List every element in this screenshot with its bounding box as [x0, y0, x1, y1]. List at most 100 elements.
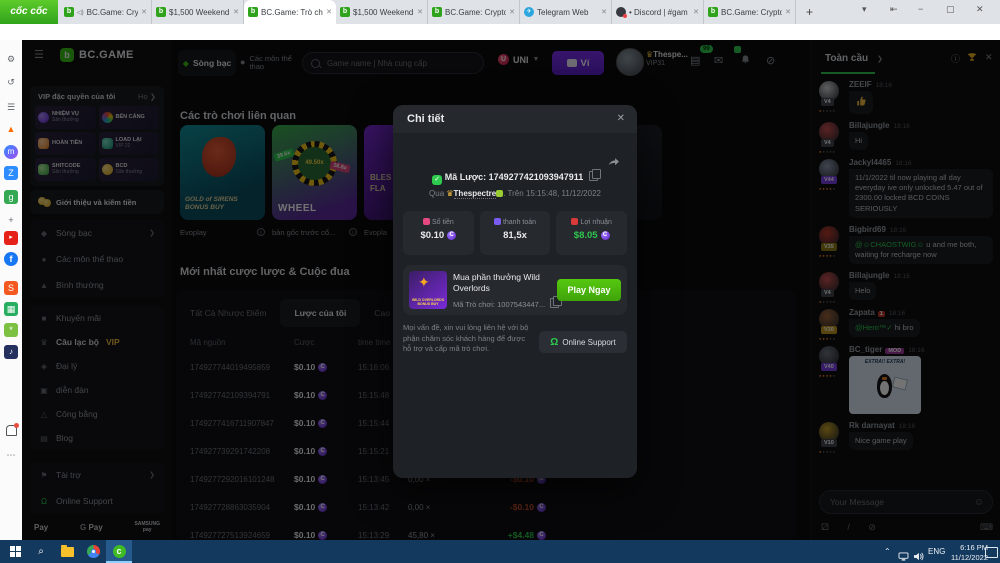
modal-header: Chi tiết ✕ [393, 105, 637, 133]
stat-label: Số tiền [403, 218, 474, 226]
games-icon[interactable]: g [4, 190, 18, 204]
language-indicator[interactable]: ENG [928, 540, 945, 563]
modal-close-icon[interactable]: ✕ [617, 113, 625, 124]
tab-search-icon[interactable]: ▾ [862, 4, 867, 15]
fresh-icon[interactable]: * [4, 323, 18, 337]
tab-title: $1,500 Weekend Ev [169, 8, 230, 17]
chrome-taskbar-icon[interactable] [80, 540, 106, 563]
browser-side-strip: ⚙ ↺ ☰ ▲ mZg + ▸ f S ▦ * ♪ ⋯ [0, 40, 23, 540]
history-icon[interactable]: ↺ [4, 75, 18, 89]
game-code: Mã Trò chơi: 1007543447... [453, 298, 559, 309]
settings-icon[interactable]: ⚙ [4, 52, 18, 66]
bet-id-row: ✓ Mã Lược: 1749277421093947911 [393, 171, 637, 185]
player-link[interactable]: Thespectre [454, 189, 497, 199]
minimize-button[interactable]: − [918, 4, 923, 14]
browser-tab[interactable]: b◁)BC.Game: Crypto✕ [60, 0, 152, 24]
tab-close-icon[interactable]: ✕ [326, 8, 332, 16]
game-title: Mua phần thưởng Wild Overlords [453, 272, 551, 294]
browser-tabs: b◁)BC.Game: Crypto✕b$1,500 Weekend Ev✕bB… [60, 0, 796, 24]
browser-tab[interactable]: ✈Telegram Web✕ [520, 0, 612, 24]
taskbar-search[interactable]: ⌕ [28, 540, 54, 563]
browser-tab[interactable]: b$1,500 Weekend Ev✕ [152, 0, 244, 24]
browser-tab[interactable]: • Discord | #gam✕ [612, 0, 704, 24]
tab-close-icon[interactable]: ✕ [601, 8, 607, 16]
bcgame-favicon: b [248, 7, 258, 17]
coccoc-taskbar-icon[interactable]: c [106, 540, 132, 563]
browser-tab[interactable]: bBC.Game: Crypto Ca✕ [428, 0, 520, 24]
stat-value: $0.10C [403, 230, 474, 241]
tab-close-icon[interactable]: ✕ [785, 8, 791, 16]
action-center-icon[interactable] [985, 547, 998, 558]
online-support-button[interactable]: Ω Online Support [539, 331, 627, 353]
starburst-icon: ✦ [418, 274, 430, 291]
telegram-favicon: ✈ [524, 7, 534, 17]
tab-close-icon[interactable]: ✕ [693, 8, 699, 16]
tab-audio-icon: ◁) [77, 9, 84, 16]
reader-icon[interactable]: ☰ [4, 100, 18, 114]
add-shortcut-icon[interactable]: + [4, 213, 18, 227]
bet-stat: Lợi nhuận$8.05C [556, 211, 627, 255]
coin-icon: C [601, 231, 610, 240]
coccoc-menu-button[interactable]: cốc cốc [0, 0, 58, 24]
file-explorer[interactable] [54, 540, 80, 563]
browser-tab[interactable]: bBC.Game: Crypto Ca✕ [704, 0, 796, 24]
pet-icon [496, 190, 503, 197]
bcgame-favicon: b [708, 7, 718, 17]
store-icon[interactable]: ▦ [4, 302, 18, 316]
game-thumbnail: ✦ WILD OVERLORDSBONUS BUY [409, 271, 447, 309]
messenger-icon[interactable]: m [4, 145, 18, 159]
share-bet-icon[interactable] [607, 153, 619, 163]
close-window-button[interactable]: ✕ [976, 4, 984, 15]
facebook-icon[interactable]: f [4, 252, 18, 266]
collapse-icon[interactable]: ⇤ [890, 4, 898, 15]
maximize-button[interactable]: ▢ [946, 4, 955, 15]
browser-tab-strip: cốc cốc b◁)BC.Game: Crypto✕b$1,500 Weeke… [0, 0, 1000, 24]
more-icon[interactable]: ⋯ [4, 448, 18, 462]
tray-expand-icon[interactable]: ⌃ [884, 540, 891, 563]
copy-icon[interactable] [589, 171, 598, 181]
stat-value: $8.05C [556, 230, 627, 241]
discord-favicon [616, 7, 626, 17]
windows-taskbar: ⌕ c ⌃ ENG 6:16 PM11/12/2022 [0, 540, 1000, 563]
bcgame-site: ☰ b BC.GAME VIP đặc quyền của tôi Họ ❯ N… [22, 40, 1000, 540]
tab-title: BC.Game: Crypto Ca [721, 8, 782, 17]
bet-stats: Số tiền $0.10C thanh toán81,5xLợi nhuận$8.… [403, 211, 627, 255]
start-button[interactable] [2, 540, 28, 563]
hotlist-icon[interactable]: ▲ [4, 122, 18, 136]
modal-game-card: ✦ WILD OVERLORDSBONUS BUY Mua phần thưởn… [403, 265, 627, 315]
stat-icon [571, 218, 578, 225]
tab-title: Telegram Web [537, 8, 598, 17]
network-icon[interactable] [898, 547, 909, 556]
bcgame-favicon: b [432, 7, 442, 17]
shopee-icon[interactable]: S [4, 281, 18, 295]
bcgame-favicon: b [340, 7, 350, 17]
tab-close-icon[interactable]: ✕ [509, 8, 515, 16]
charts-icon[interactable]: Z [4, 166, 18, 180]
volume-icon[interactable] [913, 547, 924, 556]
browser-tab[interactable]: b$1,500 Weekend Ev✕ [336, 0, 428, 24]
headset-icon: Ω [550, 337, 558, 348]
video-icon[interactable]: ♪ [4, 345, 18, 359]
coin-icon: C [447, 231, 456, 240]
crown-icon: ♛ [446, 189, 453, 198]
tab-close-icon[interactable]: ✕ [233, 8, 239, 16]
tab-close-icon[interactable]: ✕ [141, 8, 147, 16]
notifications-icon[interactable] [6, 425, 17, 436]
browser-tab[interactable]: bBC.Game: Trò chơi s✕ [244, 0, 336, 24]
bet-stat: Số tiền $0.10C [403, 211, 474, 255]
stat-icon [494, 218, 501, 225]
play-now-button[interactable]: Play Ngay [557, 279, 621, 301]
new-tab-button[interactable]: + [806, 5, 813, 19]
support-note: Mọi vấn đề, xin vui lòng liên hệ với bộ … [403, 323, 531, 355]
tab-title: $1,500 Weekend Ev [353, 8, 414, 17]
modal-title: Chi tiết [407, 113, 444, 125]
tab-title: BC.Game: Crypto [87, 8, 139, 17]
clock[interactable]: 6:16 PM11/12/2022 [946, 540, 988, 563]
screen: cốc cốc b◁)BC.Game: Crypto✕b$1,500 Weeke… [0, 0, 1000, 563]
browser-address-bar: ← → ↻ bc.game/vi/game/wild-overlords-bon… [0, 24, 1000, 41]
tab-title: BC.Game: Crypto Ca [445, 8, 506, 17]
tab-close-icon[interactable]: ✕ [417, 8, 423, 16]
bet-stat: thanh toán81,5x [480, 211, 551, 255]
youtube-icon[interactable]: ▸ [4, 231, 18, 245]
bet-details-modal: Chi tiết ✕ ✓ Mã Lược: 174927742109394791… [393, 105, 637, 478]
